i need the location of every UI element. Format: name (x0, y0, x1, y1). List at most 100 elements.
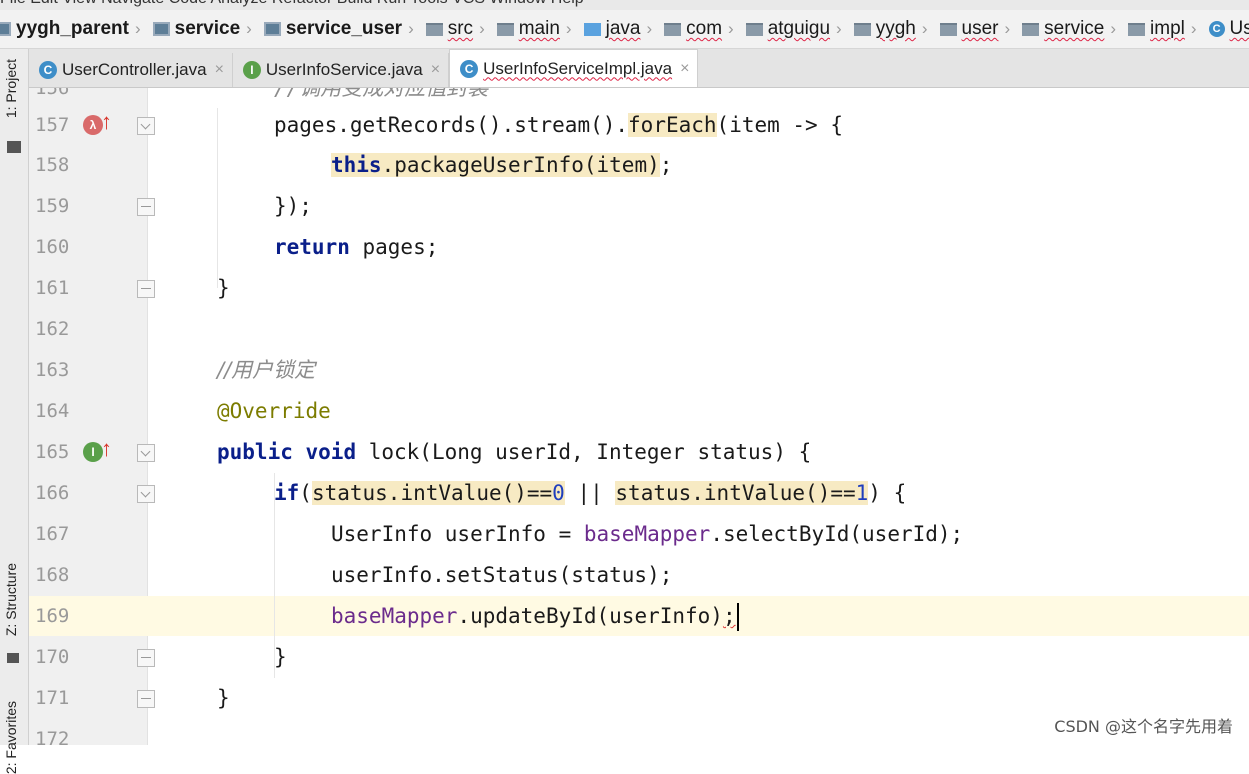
breadcrumb-item-service-pkg[interactable]: service › (1014, 18, 1120, 40)
arrow-up-icon: ↑ (101, 109, 112, 134)
fold-close-icon[interactable] (137, 690, 155, 708)
code-line-157: 157 λ ↑ pages.getRecords().stream().forE… (29, 105, 1249, 145)
code-token-error: ; (722, 604, 736, 628)
chevron-right-icon: › (646, 19, 653, 38)
class-icon: C (1208, 21, 1225, 37)
line-number: 166 (35, 482, 70, 504)
code-text: } (217, 276, 230, 300)
code-text: userInfo.setStatus(status); (331, 563, 673, 587)
tab-user-controller[interactable]: C UserController.java × (29, 53, 233, 87)
code-token-highlight: forEach (628, 113, 717, 137)
breadcrumb-item-yygh-parent[interactable]: yygh_parent › (0, 18, 145, 40)
module-icon (263, 22, 281, 36)
code-field: baseMapper (583, 522, 711, 546)
menu-bar: File Edit View Navigate Code Analyze Ref… (0, 0, 1249, 10)
code-keyword: return (274, 235, 350, 259)
close-icon[interactable]: × (215, 61, 224, 79)
tab-user-info-service-impl[interactable]: C UserInfoServiceImpl.java × (449, 49, 699, 87)
code-token: ; (659, 153, 673, 177)
code-line-164: 164 @Override (29, 391, 1249, 431)
line-number: 159 (35, 195, 70, 217)
breadcrumb-label: com (686, 18, 723, 39)
code-token: pages; (349, 235, 439, 259)
breadcrumb-item-user[interactable]: user › (932, 18, 1015, 40)
package-icon (939, 22, 957, 36)
code-text: pages.getRecords().stream().forEach(item… (274, 105, 843, 145)
breadcrumb-item-src[interactable]: src › (418, 18, 489, 40)
project-tool-tab[interactable]: 1: Project (3, 59, 19, 118)
code-token: getRecords(). (349, 113, 515, 137)
package-icon (1022, 22, 1040, 36)
module-icon (152, 22, 170, 36)
code-text: baseMapper.updateById(userInfo); (331, 596, 739, 636)
chevron-right-icon: › (728, 19, 734, 38)
favorites-tool-tab[interactable]: 2: Favorites (3, 701, 19, 774)
line-number: 158 (35, 154, 70, 176)
fold-open-icon[interactable] (137, 117, 155, 135)
csdn-watermark: CSDN @这个名字先用着 (1054, 717, 1233, 736)
chevron-right-icon: › (1110, 19, 1117, 38)
lambda-marker-icon[interactable]: λ (83, 115, 103, 135)
code-keyword: void (305, 440, 357, 464)
chevron-right-icon: › (836, 19, 842, 38)
breadcrumb-label: java (605, 18, 641, 39)
code-line-162: 162 (29, 309, 1249, 349)
breadcrumb-item-impl[interactable]: impl › (1120, 18, 1201, 40)
code-token: UserInfo userInfo = (331, 522, 584, 546)
code-line-166: 166 if(status.intValue()==0 || status.in… (29, 473, 1249, 513)
chevron-right-icon: › (408, 19, 414, 38)
structure-tool-tab[interactable]: Z: Structure (3, 563, 19, 636)
fold-open-icon[interactable] (137, 485, 155, 503)
breadcrumb-item-service-user[interactable]: service_user › (256, 18, 418, 40)
breadcrumb-item-yygh[interactable]: yygh › (846, 18, 932, 40)
code-line-160: 160 return pages; (29, 227, 1249, 267)
package-icon (745, 22, 763, 36)
breadcrumb-item-main[interactable]: main › (489, 18, 576, 40)
code-token: .selectById(userId); (710, 522, 964, 546)
breadcrumb-label: yygh_parent (16, 18, 129, 39)
line-number: 163 (35, 359, 70, 381)
chevron-right-icon: › (921, 19, 928, 38)
chevron-right-icon: › (134, 19, 141, 38)
line-number: 168 (35, 564, 70, 586)
breadcrumb-item-java[interactable]: java › (576, 18, 657, 40)
code-line-170: 170 } (29, 637, 1249, 677)
text-caret (736, 603, 739, 631)
class-icon: C (39, 61, 57, 79)
chevron-right-icon: › (1004, 19, 1011, 38)
code-text: } (217, 686, 230, 710)
code-token: ( (299, 481, 312, 505)
breadcrumb-label: src (447, 18, 474, 39)
code-line-171: 171 } (29, 678, 1249, 718)
breadcrumb-label: user (961, 18, 999, 39)
code-editor[interactable]: 156 //调用变成对应值封装 157 λ ↑ pages.getRecords… (29, 88, 1249, 745)
code-line-168: 168 userInfo.setStatus(status); (29, 555, 1249, 595)
breadcrumb-item-class[interactable]: CUserInfoServiceImpl (1201, 18, 1249, 40)
breadcrumb-item-com[interactable]: com › (656, 18, 738, 40)
code-token: ) { (868, 481, 907, 505)
fold-close-icon[interactable] (137, 198, 155, 216)
close-icon[interactable]: × (680, 60, 689, 78)
package-icon (664, 22, 682, 36)
fold-close-icon[interactable] (137, 280, 155, 298)
close-icon[interactable]: × (431, 61, 440, 79)
tab-label: UserInfoService.java (265, 60, 423, 79)
breadcrumb-label: atguigu (767, 18, 831, 39)
breadcrumb-item-atguigu[interactable]: atguigu › (738, 18, 846, 40)
implements-marker-icon[interactable]: I (83, 442, 103, 462)
code-text: }); (274, 194, 312, 218)
code-text: UserInfo userInfo = baseMapper.selectByI… (331, 514, 963, 554)
tab-user-info-service[interactable]: I UserInfoService.java × (232, 53, 450, 87)
tab-label: UserController.java (62, 60, 207, 79)
breadcrumb-label: service_user (285, 18, 403, 39)
fold-open-icon[interactable] (137, 444, 155, 462)
code-line-161: 161 } (29, 268, 1249, 308)
fold-close-icon[interactable] (137, 649, 155, 667)
line-number: 170 (35, 646, 70, 668)
code-token: .updateById(userInfo) (457, 604, 723, 628)
code-token: lock(Long userId, Integer status) { (356, 440, 812, 464)
package-icon (853, 22, 871, 36)
code-line-165: 165 I ↑ public void lock(Long userId, In… (29, 432, 1249, 472)
breadcrumb-label: service (174, 18, 241, 39)
breadcrumb-item-service[interactable]: service › (145, 18, 256, 40)
